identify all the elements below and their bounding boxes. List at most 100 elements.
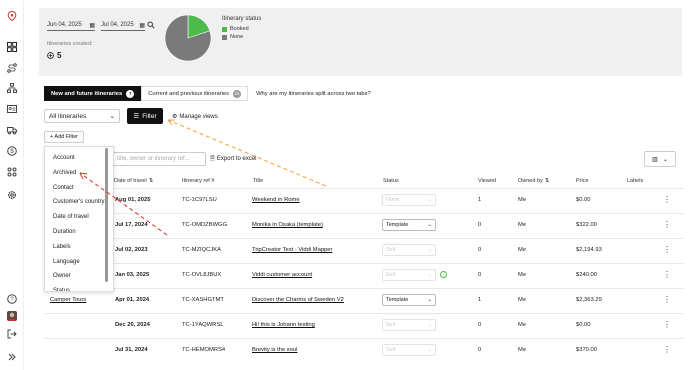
col-header-date[interactable]: Date of travel ⇅ bbox=[114, 178, 153, 184]
dropdown-item-contact[interactable]: Contact bbox=[53, 185, 74, 191]
cell-price: $370.00 bbox=[576, 347, 597, 353]
summary-panel: Jun 04, 2025 ▦ Jul 04, 2025 ▦ Itinerarie… bbox=[39, 8, 682, 76]
dropdown-item-customer-s-country[interactable]: Customer's country bbox=[53, 199, 105, 205]
col-header-viewed: Viewed bbox=[478, 178, 496, 184]
table-row[interactable]: Jul 17, 2024 TC-OMDZBWGG Monika in Osaka (… bbox=[44, 213, 684, 238]
table-row[interactable]: Jul 31, 2024 TC-HEMOMRS4 Brevity is the so… bbox=[44, 338, 684, 363]
chevron-down-icon: ⌄ bbox=[427, 247, 432, 253]
date-to-input[interactable]: Jul 04, 2025 ▦ bbox=[101, 21, 145, 31]
row-menu-icon[interactable]: ⋮ bbox=[663, 270, 671, 279]
status-value: Sell bbox=[386, 322, 396, 328]
filter-button[interactable]: ☰ Filter bbox=[127, 108, 163, 124]
date-from-input[interactable]: Jun 04, 2025 ▦ bbox=[47, 21, 95, 31]
cell-account[interactable]: Camper Tours bbox=[50, 297, 86, 303]
table-row[interactable]: Camper Tours Apr 01, 2024 TC-XASHGTMT Disco… bbox=[44, 288, 684, 313]
tab-new-and-future[interactable]: New and future itineraries 7 bbox=[44, 86, 142, 101]
row-menu-icon[interactable]: ⋮ bbox=[663, 345, 671, 354]
gear-icon: ⚙ bbox=[172, 114, 178, 120]
dashboard-icon[interactable] bbox=[6, 41, 18, 53]
cell-title[interactable]: Viddi customer account bbox=[252, 272, 312, 278]
tab-label: Current and previous itineraries bbox=[148, 90, 230, 97]
col-header-status: Status bbox=[383, 178, 399, 184]
chart-title: Itinerary status bbox=[222, 16, 262, 22]
search-input[interactable]: title, owner or itinerary ref... bbox=[112, 152, 206, 166]
col-header-owner[interactable]: Owned by ⇅ bbox=[518, 178, 549, 184]
col-header-label: Itinerary ref # bbox=[182, 178, 215, 184]
calendar-icon[interactable]: ▦ bbox=[89, 22, 95, 29]
cell-owner: Me bbox=[518, 322, 527, 328]
cell-title[interactable]: TripCreator Test - Viddi Mapper bbox=[252, 247, 332, 253]
dollar-icon[interactable]: $ bbox=[6, 145, 18, 157]
col-header-price: Price bbox=[576, 178, 589, 184]
dropdown-item-owner[interactable]: Owner bbox=[53, 273, 71, 279]
status-select[interactable]: Sell ⌄ bbox=[382, 344, 436, 356]
cell-title[interactable]: Weekend in Rome bbox=[252, 197, 300, 203]
logout-icon[interactable] bbox=[6, 328, 18, 340]
location-pin-icon[interactable] bbox=[6, 10, 18, 22]
cell-ref: TC-XASHGTMT bbox=[182, 297, 224, 303]
row-menu-icon[interactable]: ⋮ bbox=[663, 220, 671, 229]
row-menu-icon[interactable]: ⋮ bbox=[663, 195, 671, 204]
apps-icon[interactable] bbox=[6, 166, 18, 178]
calendar-icon[interactable]: ▦ bbox=[139, 22, 145, 29]
tab-current-and-previous[interactable]: Current and previous itineraries 21 bbox=[141, 86, 249, 101]
table-row[interactable]: Aug 01, 2025 TC-1C97LSU Weekend in Rome Non… bbox=[44, 188, 684, 213]
info-icon[interactable]: i bbox=[440, 271, 447, 278]
gear-icon[interactable] bbox=[6, 189, 18, 201]
id-card-icon[interactable] bbox=[6, 103, 18, 115]
status-select[interactable]: None ⌄ bbox=[382, 194, 436, 206]
layout-toggle[interactable]: ▥ ⌄ bbox=[644, 151, 676, 167]
truck-icon[interactable] bbox=[6, 124, 18, 136]
manage-views-button[interactable]: ⚙ Manage views bbox=[172, 113, 218, 121]
date-to-value: Jul 04, 2025 bbox=[101, 22, 134, 28]
export-excel-button[interactable]: 🗎 Export to excel bbox=[210, 154, 257, 164]
tab-label: New and future itineraries bbox=[51, 90, 123, 97]
cell-date: Aug 01, 2025 bbox=[115, 197, 151, 203]
cell-viewed: 0 bbox=[478, 247, 482, 253]
view-select[interactable]: All itineraries ⌄ bbox=[44, 109, 120, 123]
status-value: Sell bbox=[386, 247, 396, 253]
help-icon[interactable]: ? bbox=[6, 293, 18, 305]
dropdown-item-duration[interactable]: Duration bbox=[53, 229, 76, 235]
cell-title[interactable]: Monika in Osaka (template) bbox=[252, 222, 323, 228]
add-filter-button[interactable]: + Add Filter bbox=[44, 131, 84, 143]
row-menu-icon[interactable]: ⋮ bbox=[663, 295, 671, 304]
cell-price: $0.00 bbox=[576, 322, 591, 328]
cell-title[interactable]: Hi! this is Johann testing bbox=[252, 322, 315, 328]
status-select[interactable]: Template ⌄ bbox=[382, 219, 436, 231]
dropdown-item-status[interactable]: Status bbox=[53, 288, 70, 291]
cell-date: Apr 01, 2024 bbox=[115, 297, 150, 303]
filter-label: Filter bbox=[142, 112, 157, 120]
tabs-help-link[interactable]: Why are my itineraries split across two … bbox=[248, 86, 371, 101]
table-row[interactable]: Jan 03, 2025 TC-OVL8JBUX Viddi customer ac… bbox=[44, 263, 684, 288]
filter-field-dropdown: Account Archived Contact Customer's country… bbox=[44, 146, 114, 292]
status-select[interactable]: Sell ⌄ bbox=[382, 269, 436, 281]
status-select[interactable]: Sell ⌄ bbox=[382, 319, 436, 331]
dropdown-item-language[interactable]: Language bbox=[53, 259, 80, 265]
status-select[interactable]: Sell ⌄ bbox=[382, 244, 436, 256]
table-row[interactable]: Dec 20, 2024 TC-1YAQWRSL Hi! this is Johan… bbox=[44, 313, 684, 338]
dropdown-scrollbar[interactable] bbox=[105, 148, 108, 282]
legend-label-none: None bbox=[230, 34, 244, 40]
dropdown-item-labels[interactable]: Labels bbox=[53, 244, 71, 250]
route-icon[interactable] bbox=[6, 62, 18, 74]
table-row[interactable]: Jul 02, 2023 TC-MZIQCJKA TripCreator Test … bbox=[44, 238, 684, 263]
avatar[interactable] bbox=[6, 310, 18, 322]
legend-swatch-none bbox=[222, 34, 227, 40]
status-select[interactable]: Template ⌄ bbox=[382, 294, 436, 306]
cell-date: Dec 20, 2024 bbox=[115, 322, 150, 328]
dropdown-item-account[interactable]: Account bbox=[53, 155, 75, 161]
dropdown-item-date-of-travel[interactable]: Date of travel bbox=[53, 214, 89, 220]
row-menu-icon[interactable]: ⋮ bbox=[663, 245, 671, 254]
chevron-down-icon: ⌄ bbox=[427, 347, 432, 353]
row-menu-icon[interactable]: ⋮ bbox=[663, 320, 671, 329]
cell-owner: Me bbox=[518, 222, 527, 228]
cell-title[interactable]: Brevity is the soul bbox=[252, 347, 297, 353]
network-icon[interactable] bbox=[6, 82, 18, 94]
expand-icon[interactable] bbox=[6, 351, 18, 363]
dropdown-item-archived[interactable]: Archived bbox=[53, 170, 76, 176]
cell-title[interactable]: Discover the Charms of Sweden V2 bbox=[252, 297, 344, 303]
cell-date: Jul 02, 2023 bbox=[115, 247, 148, 253]
svg-text:?: ? bbox=[10, 297, 14, 303]
search-icon[interactable] bbox=[147, 21, 155, 31]
